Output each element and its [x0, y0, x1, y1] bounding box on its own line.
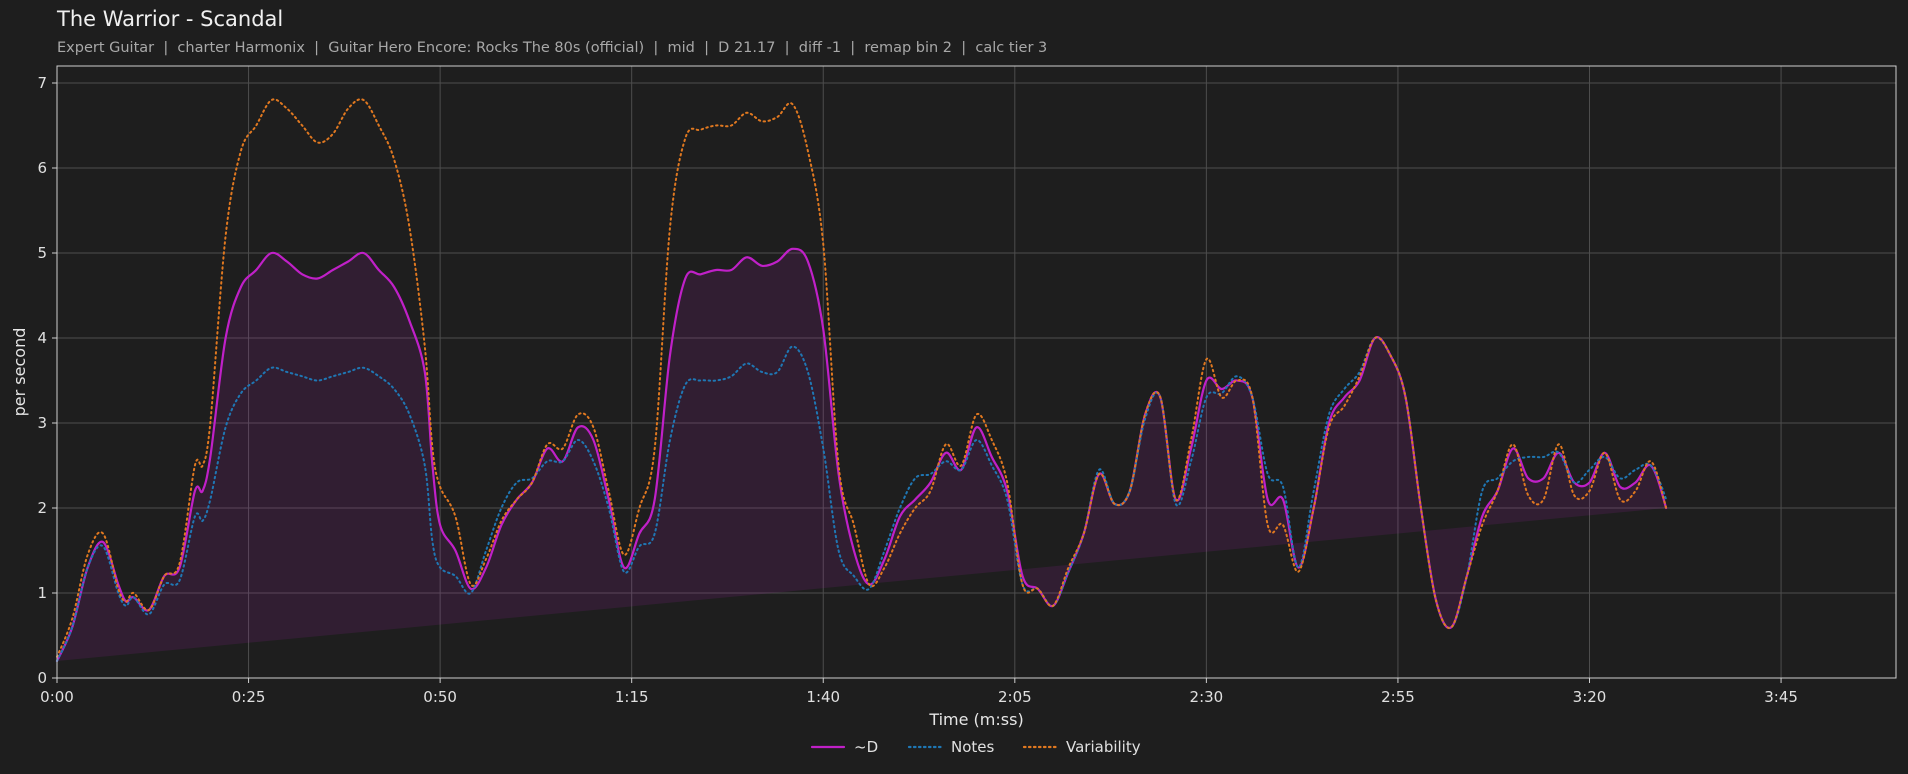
x-axis-label: Time (m:ss)	[928, 710, 1023, 729]
legend: ~D Notes Variability	[810, 738, 1141, 756]
y-tick-label: 0	[37, 669, 47, 687]
y-tick-label: 4	[37, 329, 47, 347]
y-tick-label: 2	[37, 499, 47, 517]
y-axis-ticks: 0 1 2 3 4 5 6 7	[37, 74, 57, 687]
legend-label: ~D	[854, 738, 878, 756]
x-tick-label: 1:40	[806, 688, 840, 706]
x-tick-label: 2:55	[1381, 688, 1415, 706]
legend-label: Notes	[951, 738, 995, 756]
d-area	[57, 248, 1667, 661]
legend-label: Variability	[1066, 738, 1141, 756]
x-tick-label: 3:20	[1573, 688, 1607, 706]
x-tick-label: 0:00	[40, 688, 74, 706]
x-tick-label: 0:25	[232, 688, 266, 706]
line-chart: 0:00 0:25 0:50 1:15 1:40 2:05 2:30 2:55 3:20 3:45…	[10, 65, 1897, 756]
x-axis-ticks: 0:00 0:25 0:50 1:15 1:40 2:05 2:30 2:55 3:20 3:45	[40, 678, 1798, 706]
y-tick-label: 3	[37, 414, 47, 432]
x-tick-label: 3:45	[1764, 688, 1798, 706]
x-tick-label: 2:05	[998, 688, 1032, 706]
y-axis-label: per second	[10, 328, 29, 417]
y-tick-label: 5	[37, 244, 47, 262]
d-area-fill	[57, 248, 1667, 661]
y-tick-label: 7	[37, 74, 47, 92]
x-tick-label: 0:50	[423, 688, 457, 706]
x-tick-label: 1:15	[615, 688, 649, 706]
y-tick-label: 6	[37, 159, 47, 177]
y-tick-label: 1	[37, 584, 47, 602]
x-tick-label: 2:30	[1190, 688, 1224, 706]
